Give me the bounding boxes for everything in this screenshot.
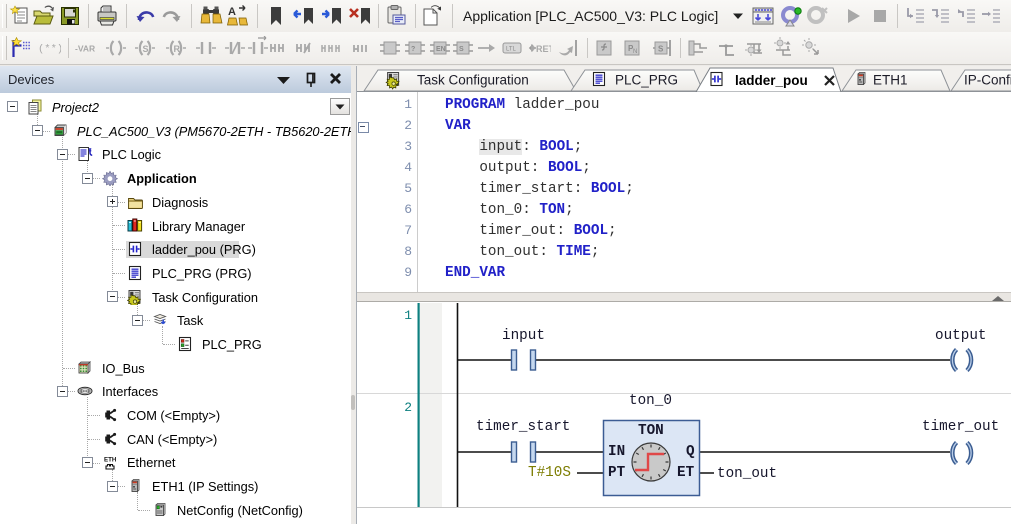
- svg-text:A: A: [228, 6, 236, 18]
- svg-text:PLC_PRG: PLC_PRG: [615, 73, 678, 88]
- svg-text:ladder_pou: ladder_pou: [735, 73, 808, 88]
- svg-text:Task Configuration: Task Configuration: [417, 73, 529, 88]
- svg-text:IP-Confi: IP-Confi: [964, 73, 1011, 88]
- svg-text:(**): (**): [38, 44, 61, 56]
- svg-text:S: S: [658, 45, 664, 54]
- svg-text:R: R: [174, 44, 181, 54]
- svg-text:ETH1: ETH1: [873, 73, 908, 88]
- svg-text:S: S: [143, 44, 149, 54]
- svg-text:?: ?: [411, 46, 415, 53]
- svg-text:S: S: [459, 46, 464, 53]
- svg-text:-VAR: -VAR: [75, 44, 95, 54]
- svg-text:RET: RET: [536, 44, 551, 54]
- svg-text:N: N: [633, 49, 637, 55]
- svg-text:EN: EN: [436, 46, 446, 53]
- svg-text:LTL: LTL: [506, 47, 517, 53]
